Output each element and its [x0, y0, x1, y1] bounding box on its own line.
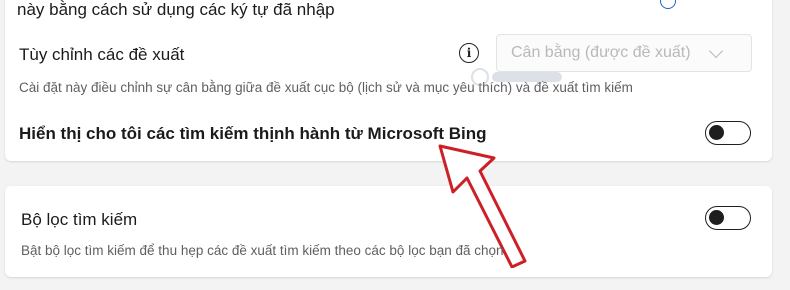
search-filter-card [5, 186, 772, 277]
trending-searches-title: Hiển thị cho tôi các tìm kiếm thịnh hành… [19, 124, 487, 143]
info-icon[interactable]: i [459, 43, 479, 63]
previous-setting-title: này bằng cách sử dụng các ký tự đã nhập [17, 0, 335, 19]
search-filter-description: Bật bộ lọc tìm kiếm để thu hẹp các đề xu… [21, 243, 504, 258]
search-filter-toggle[interactable] [705, 206, 751, 230]
toggle-knob [709, 125, 724, 140]
toggle-knob [709, 210, 724, 225]
search-filter-title: Bộ lọc tìm kiếm [21, 210, 138, 229]
quantrimang-logo [471, 68, 562, 86]
customize-suggestions-title: Tùy chỉnh các đề xuất [19, 45, 185, 64]
trending-searches-toggle[interactable] [705, 121, 751, 145]
select-value: Cân bằng (được đề xuất) [511, 44, 691, 61]
chevron-down-icon [708, 43, 724, 59]
